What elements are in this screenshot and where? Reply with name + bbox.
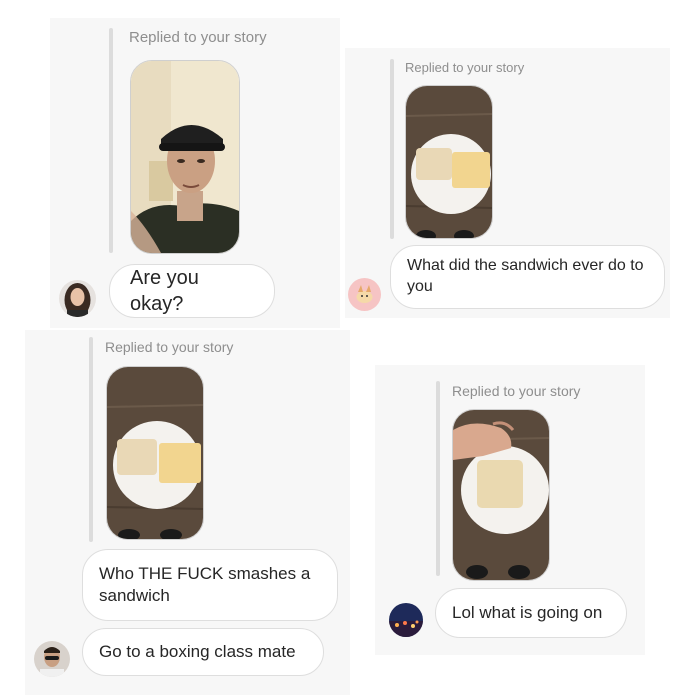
message-text: What did the sandwich ever do to you (407, 257, 644, 295)
story-thumbnail[interactable] (405, 85, 493, 239)
avatar-corgi-icon[interactable] (348, 278, 381, 311)
reply-indicator-line (89, 337, 93, 542)
reply-indicator-line (390, 59, 394, 239)
reply-label: Replied to your story (405, 60, 525, 75)
reply-indicator-line (109, 28, 113, 253)
story-thumbnail[interactable] (130, 60, 240, 254)
reply-label: Replied to your story (452, 383, 581, 399)
message-text: Are you okay? (130, 267, 199, 315)
reply-indicator-line (436, 381, 440, 576)
message-bubble[interactable]: Lol what is going on (435, 588, 627, 638)
avatar-woman-icon[interactable] (59, 280, 96, 317)
message-text: Go to a boxing class mate (99, 641, 296, 661)
message-bubble[interactable]: Go to a boxing class mate (82, 628, 324, 676)
avatar-man-sunglasses-icon[interactable] (34, 641, 70, 677)
message-text: Lol what is going on (452, 602, 603, 622)
story-thumbnail[interactable] (106, 366, 204, 540)
avatar-city-night-icon[interactable] (389, 603, 423, 637)
message-bubble[interactable]: Who THE FUCK smashes a sandwich (82, 549, 338, 621)
reply-label: Replied to your story (129, 29, 267, 46)
message-text: Who THE FUCK smashes a sandwich (99, 563, 311, 605)
story-thumbnail[interactable] (452, 409, 550, 581)
message-bubble[interactable]: Are you okay? (109, 264, 275, 318)
message-bubble[interactable]: What did the sandwich ever do to you (390, 245, 665, 309)
reply-label: Replied to your story (105, 339, 234, 355)
